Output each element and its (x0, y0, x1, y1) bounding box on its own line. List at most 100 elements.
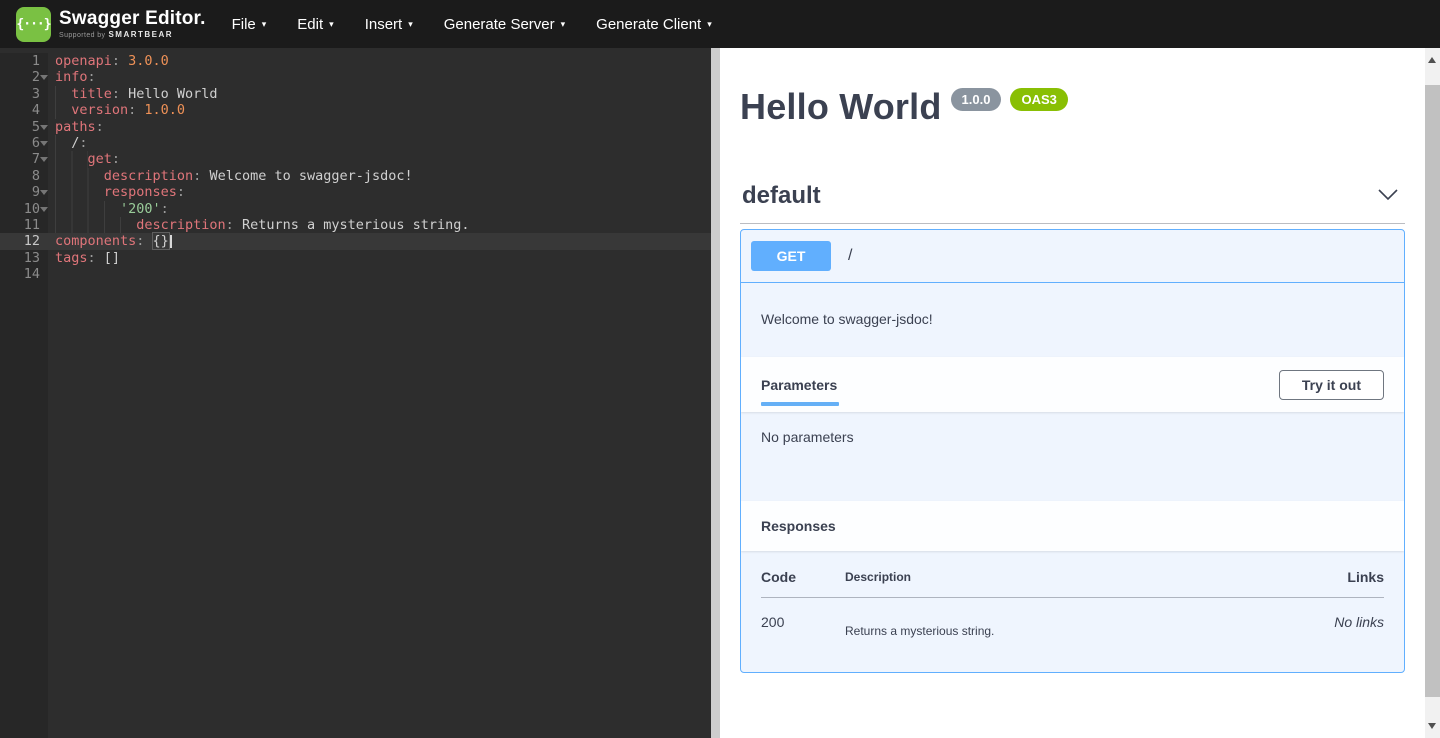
menu-generate-server[interactable]: Generate Server ▾ (444, 16, 565, 33)
app-title: Swagger Editor. (59, 9, 206, 29)
operation-summary[interactable]: GET / (741, 230, 1404, 283)
code-token-punct: : (112, 86, 128, 102)
code-token-num: 3.0.0 (128, 53, 169, 69)
code-token-key: version (71, 102, 128, 118)
scrollbar-thumb[interactable] (1425, 85, 1440, 697)
try-it-out-button[interactable]: Try it out (1279, 370, 1384, 400)
code-line[interactable]: description: Returns a mysterious string… (48, 217, 711, 233)
code-token-key: get (88, 151, 112, 167)
caret-down-icon: ▾ (408, 19, 413, 30)
code-token-str: '200' (120, 201, 161, 217)
top-header-bar: {···} Swagger Editor. Supported bySMARTB… (0, 0, 1440, 48)
swagger-ui-preview: Hello World 1.0.0 OAS3 default GET / Wel… (720, 48, 1440, 738)
gutter-line-number: 12 (0, 233, 48, 249)
code-token-key: paths (55, 119, 96, 135)
code-token-key: openapi (55, 53, 112, 69)
parameters-tab[interactable]: Parameters (761, 363, 839, 406)
pane-splitter[interactable] (711, 48, 720, 738)
oas3-badge: OAS3 (1010, 88, 1067, 111)
gutter-line-number: 4 (0, 102, 48, 118)
swagger-editor-logo[interactable]: {···} Swagger Editor. Supported bySMARTB… (16, 7, 206, 42)
swagger-logo-icon: {···} (16, 7, 51, 42)
gutter-line-number: 13 (0, 250, 48, 266)
code-line[interactable]: title: Hello World (48, 86, 711, 102)
menu-insert[interactable]: Insert ▾ (365, 16, 413, 33)
fold-arrow-icon[interactable] (40, 207, 48, 212)
code-token-plain: Returns a mysterious string. (242, 217, 470, 233)
fold-arrow-icon[interactable] (40, 125, 48, 130)
indent-guides (55, 151, 88, 167)
tag-section-default[interactable]: default (740, 182, 1405, 224)
column-description: Description (845, 569, 1294, 598)
menu-file-label: File (232, 16, 256, 33)
code-line[interactable]: description: Welcome to swagger-jsdoc! (48, 168, 711, 184)
code-line[interactable] (48, 266, 711, 282)
gutter-line-number: 1 (0, 53, 48, 69)
indent-guides (55, 102, 71, 118)
version-badge: 1.0.0 (951, 88, 1002, 111)
indent-guides (55, 201, 120, 217)
yaml-editor[interactable]: 1234567891011121314 openapi: 3.0.0info:t… (0, 48, 711, 738)
fold-arrow-icon[interactable] (40, 157, 48, 162)
code-line[interactable]: paths: (48, 119, 711, 135)
code-line[interactable]: '200': (48, 201, 711, 217)
page-scrollbar[interactable] (1425, 48, 1440, 738)
menu-edit[interactable]: Edit ▾ (297, 16, 333, 33)
code-token-punct: : (226, 217, 242, 233)
scrollbar-up-arrow-icon[interactable] (1428, 57, 1436, 63)
code-line[interactable]: components: {} (48, 233, 711, 249)
fold-arrow-icon[interactable] (40, 141, 48, 146)
operation-path: / (848, 247, 852, 265)
api-title-row: Hello World 1.0.0 OAS3 (740, 86, 1405, 128)
code-token-punct: : (79, 135, 87, 151)
gutter-line-number: 9 (0, 184, 48, 200)
code-line[interactable]: info: (48, 69, 711, 85)
code-token-plain: Welcome to swagger-jsdoc! (209, 168, 412, 184)
opblock-get: GET / Welcome to swagger-jsdoc! Paramete… (740, 229, 1405, 673)
code-token-bracket: {} (153, 233, 169, 249)
smartbear-brand: SMARTBEAR (108, 30, 173, 39)
code-token-punct: : (177, 184, 185, 200)
responses-body: Code Description Links 200 Returns a mys… (741, 551, 1404, 672)
tag-name: default (740, 182, 821, 210)
menu-bar: File ▾ Edit ▾ Insert ▾ Generate Server ▾… (232, 16, 712, 33)
code-line[interactable]: get: (48, 151, 711, 167)
scrollbar-down-arrow-icon[interactable] (1428, 723, 1436, 729)
code-token-punct: : (112, 53, 128, 69)
indent-guides (55, 168, 104, 184)
supported-by-label: Supported bySMARTBEAR (59, 31, 206, 39)
gutter-line-number: 10 (0, 201, 48, 217)
gutter-line-number: 14 (0, 266, 48, 282)
code-line[interactable]: tags: [] (48, 250, 711, 266)
responses-title: Responses (761, 518, 836, 534)
gutter-line-number: 8 (0, 168, 48, 184)
menu-insert-label: Insert (365, 16, 403, 33)
no-parameters-text: No parameters (761, 429, 854, 445)
code-token-key: title (71, 86, 112, 102)
fold-arrow-icon[interactable] (40, 190, 48, 195)
caret-down-icon: ▾ (561, 19, 566, 30)
indent-guides (55, 217, 136, 233)
menu-generate-client-label: Generate Client (596, 16, 701, 33)
parameters-tab-label: Parameters (761, 377, 839, 393)
menu-generate-client[interactable]: Generate Client ▾ (596, 16, 712, 33)
menu-file[interactable]: File ▾ (232, 16, 267, 33)
code-line[interactable]: openapi: 3.0.0 (48, 53, 711, 69)
code-line[interactable]: responses: (48, 184, 711, 200)
code-line[interactable]: /: (48, 135, 711, 151)
fold-arrow-icon[interactable] (40, 75, 48, 80)
indent-guides (55, 184, 104, 200)
operation-description: Welcome to swagger-jsdoc! (741, 283, 1404, 357)
editor-lines[interactable]: openapi: 3.0.0info:title: Hello Worldver… (48, 53, 711, 738)
code-line[interactable]: version: 1.0.0 (48, 102, 711, 118)
code-token-plain: [] (104, 250, 120, 266)
code-token-punct: : (161, 201, 169, 217)
supported-by-prefix: Supported by (59, 32, 105, 39)
code-token-num: 1.0.0 (144, 102, 185, 118)
collapse-section-button[interactable] (1371, 184, 1405, 209)
indent-guides (55, 135, 71, 151)
caret-down-icon: ▾ (329, 19, 334, 30)
response-row-200: 200 Returns a mysterious string. No link… (761, 598, 1384, 639)
gutter-line-number: 7 (0, 151, 48, 167)
menu-edit-label: Edit (297, 16, 323, 33)
